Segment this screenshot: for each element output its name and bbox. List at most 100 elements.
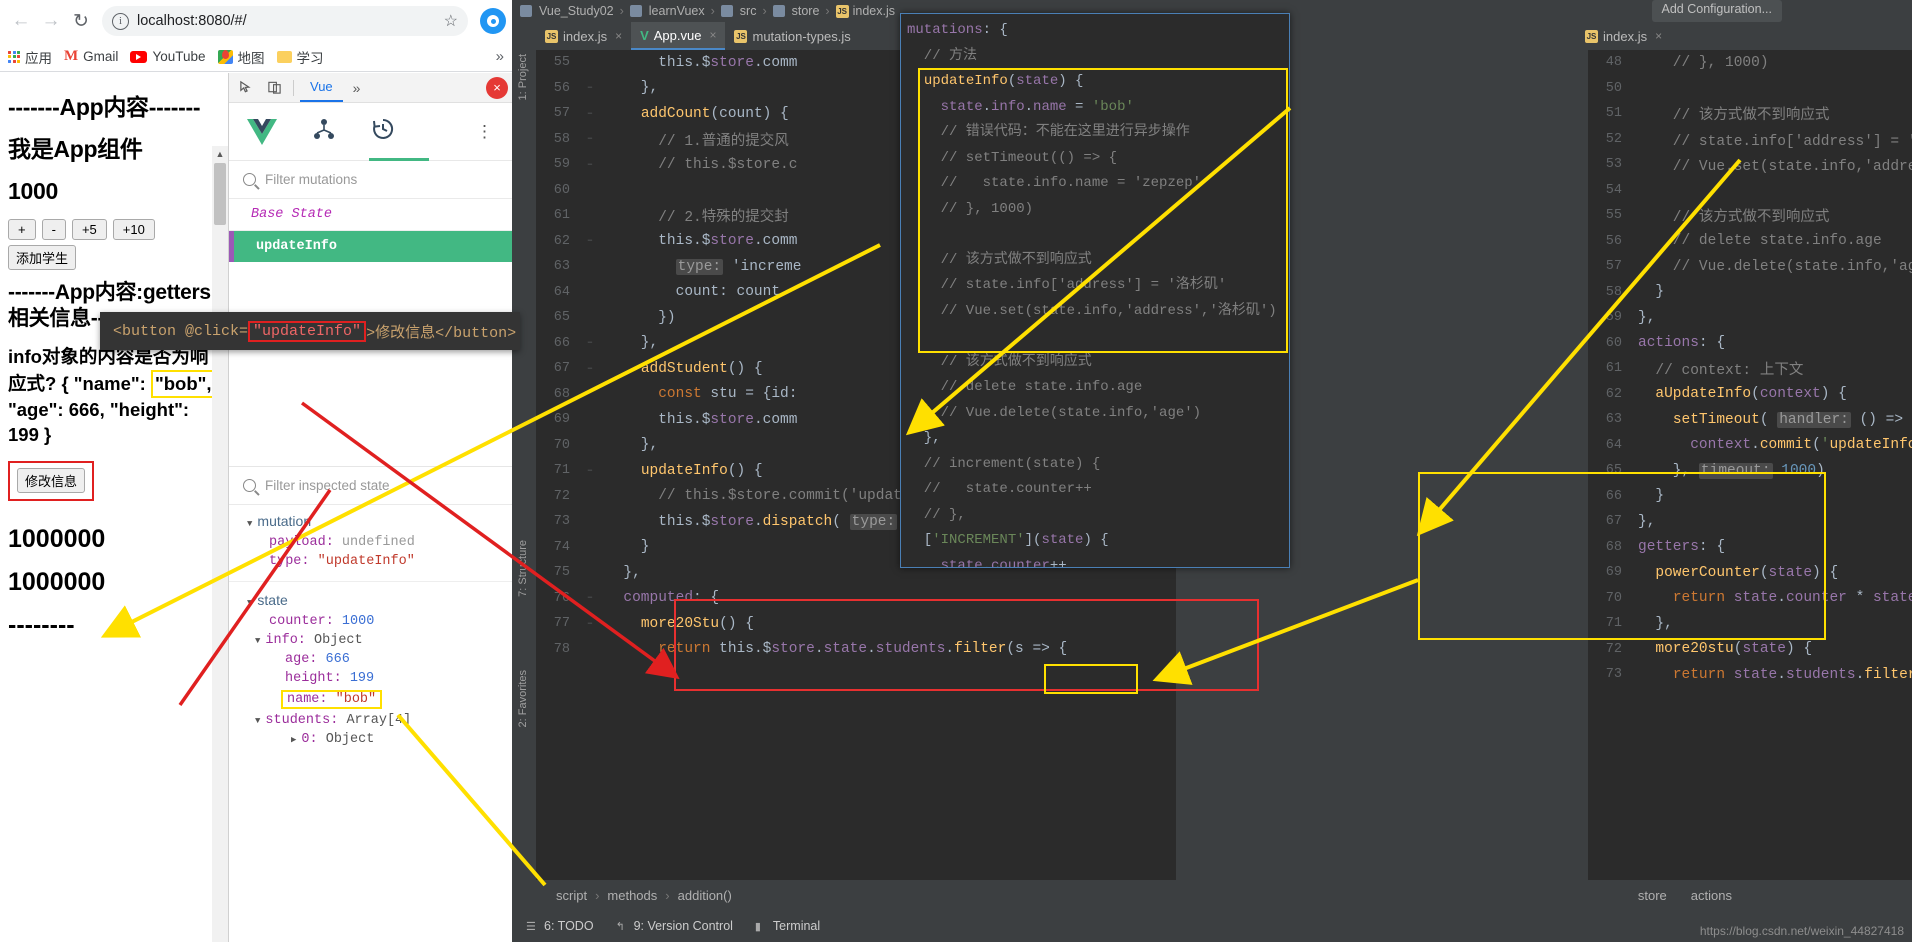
- fold-toggle-icon[interactable]: −: [580, 364, 600, 374]
- add-ten-button[interactable]: +10: [112, 219, 155, 241]
- chevron-right-icon[interactable]: »: [345, 80, 369, 96]
- state-info-row[interactable]: ▼ info: Object: [229, 631, 512, 650]
- fold-toggle-icon[interactable]: −: [580, 83, 600, 93]
- decrement-button[interactable]: -: [41, 219, 66, 241]
- bottom-todo[interactable]: ☰ 6: TODO: [526, 919, 594, 933]
- fold-toggle-icon[interactable]: −: [580, 593, 600, 603]
- bookmark-maps[interactable]: 地图: [217, 47, 265, 67]
- breadcrumb-src[interactable]: src: [740, 4, 757, 18]
- js-file-icon: JS: [1585, 29, 1598, 43]
- mutation-list-empty-area: [229, 262, 512, 467]
- fold-toggle-icon[interactable]: −: [580, 619, 600, 629]
- state-counter-row: counter: 1000: [229, 612, 512, 631]
- base-state-row[interactable]: Base State: [229, 199, 512, 231]
- state-students-row[interactable]: ▼ students: Array[4]: [229, 711, 512, 730]
- tab-index-js-1[interactable]: JS index.js ×: [536, 22, 631, 50]
- popup-code-line: mutations: {: [907, 22, 1008, 38]
- filter-mutations-input[interactable]: Filter mutations: [229, 161, 512, 199]
- scroll-up-icon[interactable]: ▲: [212, 146, 228, 162]
- line-number: 50: [1605, 80, 1622, 96]
- code-line: 57 // Vue.delete(state.info,'age'): [1588, 254, 1912, 280]
- status-methods[interactable]: methods: [607, 888, 657, 903]
- bookmark-apps[interactable]: 应用: [8, 47, 52, 67]
- fold-toggle-icon[interactable]: −: [580, 160, 600, 170]
- state-group-header[interactable]: ▼ state: [229, 581, 512, 612]
- line-number: 65: [553, 310, 570, 326]
- state-student0-row[interactable]: ▶ 0: Object: [229, 730, 512, 749]
- mutation-row-updateinfo[interactable]: updateInfo: [229, 231, 512, 262]
- browser-toolbar: ← → ↻ i localhost:8080/#/ ☆: [0, 0, 512, 42]
- page-scrollbar[interactable]: ▲: [212, 146, 228, 942]
- code-text: more20stu(state) {: [1655, 641, 1813, 658]
- code-text: actions: {: [1638, 335, 1726, 352]
- breadcrumb-file[interactable]: index.js: [853, 4, 895, 18]
- strip-project[interactable]: 1: Project: [517, 54, 529, 100]
- counter-value: 1000: [8, 178, 58, 205]
- strip-structure[interactable]: 7: Structure: [517, 540, 529, 597]
- line-number: 64: [553, 284, 570, 300]
- line-number: 75: [553, 565, 570, 581]
- bottom-terminal[interactable]: ▮ Terminal: [755, 919, 820, 933]
- status-addition[interactable]: addition(): [678, 888, 732, 903]
- status-store[interactable]: store: [1638, 888, 1667, 903]
- breadcrumb-learnvuex[interactable]: learnVuex: [649, 4, 705, 18]
- add-five-button[interactable]: +5: [71, 219, 107, 241]
- code-line: 68 getters: {: [1588, 535, 1912, 561]
- fold-toggle-icon[interactable]: −: [580, 466, 600, 476]
- line-number: 58: [1605, 284, 1622, 300]
- fold-toggle-icon[interactable]: −: [580, 134, 600, 144]
- status-actions[interactable]: actions: [1691, 888, 1732, 903]
- bookmark-gmail[interactable]: M Gmail: [64, 48, 118, 65]
- code-line: 72 more20stu(state) {: [1588, 637, 1912, 663]
- tooltip-value-highlight: "updateInfo": [248, 320, 367, 342]
- tab-mutation-types-js[interactable]: JS mutation-types.js: [725, 22, 859, 50]
- tab-vue[interactable]: Vue: [300, 73, 343, 102]
- line-number: 72: [1605, 641, 1622, 657]
- breadcrumb-store[interactable]: store: [792, 4, 820, 18]
- increment-button[interactable]: +: [8, 219, 36, 241]
- popup-code-line: [907, 324, 1289, 350]
- code-text: // Vue.set(state.info,'address','洛杉: [1672, 159, 1912, 176]
- close-icon[interactable]: ×: [1655, 29, 1662, 43]
- bookmark-star-icon[interactable]: ☆: [444, 11, 458, 31]
- close-icon[interactable]: ×: [486, 76, 508, 99]
- reload-icon[interactable]: ↻: [66, 6, 96, 36]
- bookmarks-overflow-icon[interactable]: »: [496, 48, 504, 65]
- modify-info-button[interactable]: 修改信息: [17, 467, 86, 493]
- close-icon[interactable]: ×: [615, 29, 622, 43]
- code-line: 61 // context: 上下文: [1588, 356, 1912, 382]
- strip-favorites[interactable]: 2: Favorites: [517, 670, 529, 727]
- scrollbar-thumb[interactable]: [214, 163, 226, 225]
- line-number: 60: [1605, 335, 1622, 351]
- popup-code-line: // state.info.name = 'zepzep': [907, 175, 1202, 191]
- site-info-icon[interactable]: i: [112, 12, 129, 30]
- bookmark-study[interactable]: 学习: [276, 47, 324, 67]
- more-options-icon[interactable]: ⋮: [476, 122, 494, 142]
- forward-arrow-icon[interactable]: →: [36, 6, 66, 36]
- add-configuration-button[interactable]: Add Configuration...: [1651, 0, 1782, 22]
- device-toolbar-icon[interactable]: [261, 76, 287, 100]
- tab-app-vue[interactable]: V App.vue ×: [631, 22, 726, 50]
- fold-toggle-icon[interactable]: −: [580, 109, 600, 119]
- editor-store-index-js[interactable]: 48 // }, 1000) 50 51 // 该方式做不到响应式 52 // sta…: [1588, 50, 1912, 880]
- component-tree-icon[interactable]: [313, 118, 335, 145]
- back-arrow-icon[interactable]: ←: [6, 6, 36, 36]
- line-number: 68: [553, 386, 570, 402]
- breadcrumb-project[interactable]: Vue_Study02: [539, 4, 614, 18]
- vuex-history-icon[interactable]: [371, 117, 395, 146]
- close-icon[interactable]: ×: [709, 28, 716, 42]
- line-number: 77: [553, 616, 570, 632]
- add-student-button[interactable]: 添加学生: [8, 245, 77, 271]
- status-script[interactable]: script: [556, 888, 587, 903]
- mutation-group-header[interactable]: ▼ mutation: [229, 505, 512, 533]
- fold-toggle-icon[interactable]: −: [580, 236, 600, 246]
- tab-index-js-2[interactable]: JS index.js ×: [1576, 22, 1671, 50]
- fold-toggle-icon[interactable]: −: [580, 338, 600, 348]
- bookmark-youtube[interactable]: YouTube: [130, 49, 206, 64]
- filter-inspected-state-input[interactable]: Filter inspected state: [229, 467, 512, 505]
- info-key: info:: [265, 633, 306, 648]
- bottom-version-control[interactable]: ↰ 9: Version Control: [616, 919, 733, 933]
- extension-icon[interactable]: [480, 8, 506, 34]
- address-bar[interactable]: i localhost:8080/#/ ☆: [102, 6, 468, 36]
- inspect-element-icon[interactable]: [233, 76, 259, 100]
